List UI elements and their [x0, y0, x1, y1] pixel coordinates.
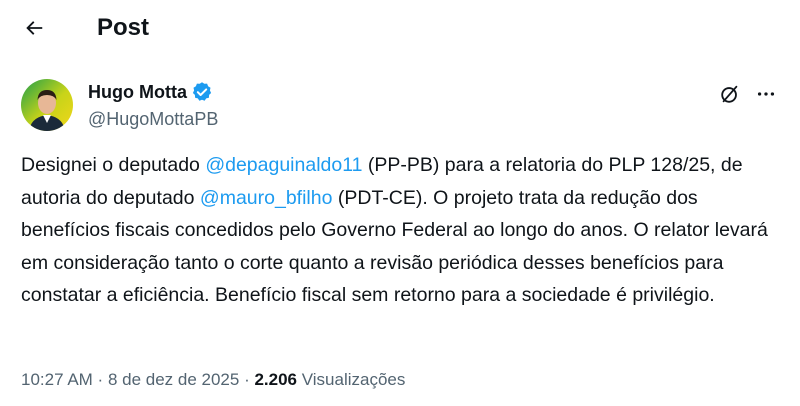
- post-text-segment: Designei o deputado: [21, 154, 206, 176]
- grok-icon: [721, 85, 738, 103]
- back-button[interactable]: [17, 11, 51, 45]
- post-text: Designei o deputado @depaguinaldo11 (PP-…: [21, 149, 786, 312]
- avatar[interactable]: [21, 79, 73, 131]
- mention-link[interactable]: @mauro_bfilho: [200, 187, 333, 209]
- back-arrow-icon: [26, 21, 43, 35]
- mention-link[interactable]: @depaguinaldo11: [205, 154, 362, 176]
- author-name[interactable]: Hugo Motta: [88, 80, 187, 104]
- author-name-row: Hugo Motta: [88, 80, 213, 104]
- views-label[interactable]: Visualizações: [302, 370, 406, 389]
- grok-button[interactable]: [716, 80, 744, 108]
- meta-separator: ·: [239, 370, 255, 389]
- more-icon: [757, 92, 775, 96]
- post-header: Post: [0, 0, 800, 58]
- verified-badge-icon: [192, 82, 212, 101]
- post-meta: 10:27 AM · 8 de dez de 2025 · 2.206 Visu…: [21, 368, 405, 392]
- page-title: Post: [97, 14, 150, 41]
- post-author: Hugo Motta @HugoMottaPB: [0, 58, 800, 138]
- more-button[interactable]: [752, 80, 780, 108]
- meta-separator: ·: [92, 370, 108, 389]
- views-count: 2.206: [254, 370, 297, 389]
- post-date[interactable]: 8 de dez de 2025: [108, 370, 239, 389]
- avatar-image: [21, 79, 73, 131]
- post-time[interactable]: 10:27 AM: [21, 370, 93, 389]
- author-handle[interactable]: @HugoMottaPB: [88, 107, 218, 131]
